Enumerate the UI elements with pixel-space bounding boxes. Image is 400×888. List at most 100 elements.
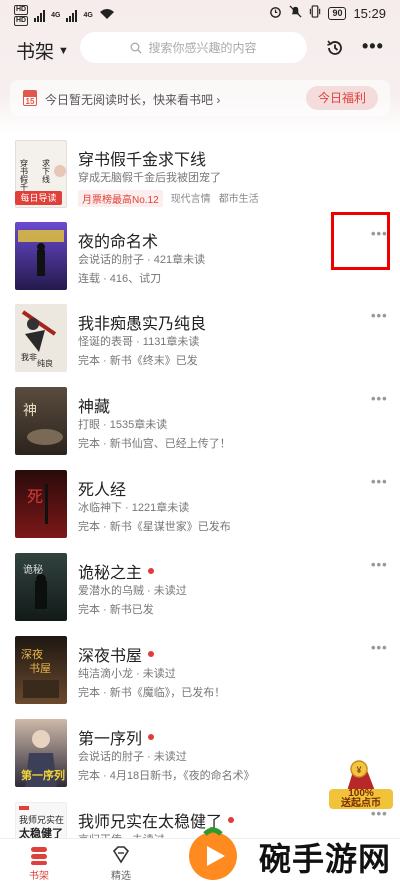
book-title: 神藏 (78, 399, 111, 416)
vibrate-icon (309, 5, 321, 21)
book-item[interactable]: 诡秘 诡秘之主 爱潜水的乌贼 · 未读过 完本 · 新书已发 ••• (0, 553, 400, 633)
chevron-right-icon: › (216, 93, 221, 107)
book-cover[interactable]: 第一序列 (15, 719, 67, 787)
calendar-icon: 15 (23, 90, 37, 106)
wifi-icon (99, 8, 115, 23)
book-item[interactable]: 死 死人经 冰临神下 · 1221章未读 完本 · 新书《星谋世家》已发布 ••… (0, 470, 400, 550)
book-title: 第一序列 (78, 731, 143, 748)
svg-text:纯良: 纯良 (37, 358, 53, 368)
book-title: 穿书假千金求下线 (78, 152, 207, 169)
book-cover[interactable]: 诡秘 (15, 553, 67, 621)
network-label: 4G (51, 12, 61, 19)
book-item[interactable]: 神 神藏 打眼 · 1535章未读 完本 · 新书仙宫、已经上传了！ ••• (0, 387, 400, 467)
svg-text:死: 死 (27, 487, 43, 506)
search-bar[interactable]: 搜索你感兴趣的内容 (80, 32, 307, 63)
featured-book[interactable]: 穿书假千金 求下线 穿书假千金求下线 穿成无脑假千金后我被团宠了 (0, 140, 400, 220)
svg-text:诡秘: 诡秘 (23, 563, 43, 576)
update-dot (148, 651, 155, 657)
watermark-logo-icon (189, 827, 237, 880)
book-title: 夜的命名术 (78, 234, 159, 251)
book-more-icon[interactable]: ••• (371, 640, 388, 655)
book-cover[interactable] (15, 222, 67, 290)
signal-icon-2 (66, 9, 78, 22)
bookshelf-icon (31, 847, 47, 865)
book-author-progress: 会说话的肘子 · 421章未读 (78, 254, 206, 266)
tab-bookshelf[interactable]: 书架 (14, 843, 64, 882)
search-icon (131, 42, 142, 53)
signal-icon (34, 9, 46, 22)
book-status: 完本 · 新书《魔临》，已发布！ (78, 687, 226, 699)
book-status: 完本 · 新书已发 (78, 604, 154, 616)
highlight-box (331, 212, 390, 270)
book-cover[interactable]: 我非 纯良 (15, 304, 67, 372)
book-status: 完本 · 新书仙宫、已经上传了！ (78, 438, 231, 450)
update-dot (148, 734, 155, 740)
book-status: 完本 · 新书《星谋世家》已发布 (78, 521, 231, 533)
book-author-progress: 打眼 · 1535章未读 (78, 419, 168, 431)
shelf-switcher[interactable]: 书架 ▼ (16, 37, 69, 64)
sim1-label: HD (14, 5, 29, 15)
reading-time-banner[interactable]: 15 今日暂无阅读时长，快来看书吧 › 今日福利 (10, 80, 390, 116)
watermark: 碗手游网 (175, 820, 400, 888)
app-header: 书架 ▼ 搜索你感兴趣的内容 ••• (0, 30, 400, 66)
book-author-progress: 纯洁滴小龙 · 未读过 (78, 668, 176, 680)
svg-text:第一序列: 第一序列 (21, 768, 65, 782)
book-item[interactable]: 我非 纯良 我非痴愚实乃纯良 怪诞的表哥 · 1131章未读 完本 · 新书《终末… (0, 304, 400, 384)
tab-label: 精选 (111, 871, 131, 882)
book-status: 完本 · 新书《终末》已发 (78, 355, 198, 367)
sim2-label: HD (14, 16, 29, 26)
coin-reward-widget[interactable]: ¥ 100% 送起点币 (329, 755, 393, 813)
daily-benefit-button[interactable]: 今日福利 (305, 86, 378, 110)
book-author-progress: 爱潜水的乌贼 · 未读过 (78, 585, 187, 597)
mute-icon (289, 5, 302, 21)
book-title: 我非痴愚实乃纯良 (78, 316, 207, 333)
svg-text:书屋: 书屋 (29, 662, 51, 675)
more-menu-icon[interactable]: ••• (362, 36, 384, 57)
book-item[interactable]: 深夜 书屋 深夜书屋 纯洁滴小龙 · 未读过 完本 · 新书《魔临》，已发布！ •… (0, 636, 400, 716)
banner-text: 今日暂无阅读时长，快来看书吧 › (45, 93, 221, 107)
book-author-progress: 冰临神下 · 1221章未读 (78, 502, 190, 514)
featured-tags: 月票榜最高No.12 现代言情 都市生活 (78, 190, 259, 207)
book-title: 死人经 (78, 482, 127, 499)
book-author-progress: 怪诞的表哥 · 1131章未读 (78, 336, 200, 348)
sim-indicator: HD HD (14, 5, 29, 26)
book-subtitle: 穿成无脑假千金后我被团宠了 (78, 172, 221, 184)
svg-text:求下线: 求下线 (42, 158, 51, 183)
svg-text:我师兄实在: 我师兄实在 (19, 814, 64, 826)
alarm-icon (269, 5, 282, 21)
book-status: 连载 · 416、试刀 (78, 273, 162, 285)
daily-guide-badge: 每日导读 (15, 191, 62, 205)
page-title: 书架 (16, 42, 55, 63)
caret-down-icon: ▼ (58, 44, 69, 57)
svg-text:我非: 我非 (21, 352, 37, 362)
diamond-icon (112, 846, 130, 864)
book-more-icon[interactable]: ••• (371, 557, 388, 572)
genre-tag: 现代言情 (170, 194, 211, 205)
tab-featured[interactable]: 精选 (96, 843, 146, 882)
search-placeholder: 搜索你感兴趣的内容 (148, 41, 257, 55)
book-cover[interactable]: 死 (15, 470, 67, 538)
book-cover[interactable]: 深夜 书屋 (15, 636, 67, 704)
book-more-icon[interactable]: ••• (371, 391, 388, 406)
book-more-icon[interactable]: ••• (371, 308, 388, 323)
genre-tag: 都市生活 (218, 194, 259, 205)
book-cover[interactable]: 神 (15, 387, 67, 455)
book-author-progress: 会说话的肘子 · 未读过 (78, 751, 187, 763)
svg-text:¥: ¥ (356, 765, 361, 775)
book-title: 深夜书屋 (78, 648, 143, 665)
update-dot (148, 568, 155, 574)
clock: 15:29 (353, 5, 386, 21)
svg-text:神: 神 (23, 403, 37, 419)
rank-tag: 月票榜最高No.12 (78, 190, 163, 207)
book-title: 诡秘之主 (78, 565, 143, 582)
battery-icon: 90 (328, 6, 347, 20)
book-more-icon[interactable]: ••• (371, 474, 388, 489)
tab-label: 书架 (29, 871, 49, 882)
history-icon[interactable] (325, 38, 345, 58)
network-label-2: 4G (83, 12, 93, 19)
book-status: 完本 · 4月18日新书，《夜的命名术》 (78, 770, 255, 782)
svg-text:深夜: 深夜 (21, 647, 43, 661)
watermark-text: 碗手游网 (259, 840, 392, 878)
status-bar: HD HD 4G 4G 90 15:29 (0, 0, 400, 28)
coin-reward-label: 100% 送起点币 (329, 789, 393, 809)
